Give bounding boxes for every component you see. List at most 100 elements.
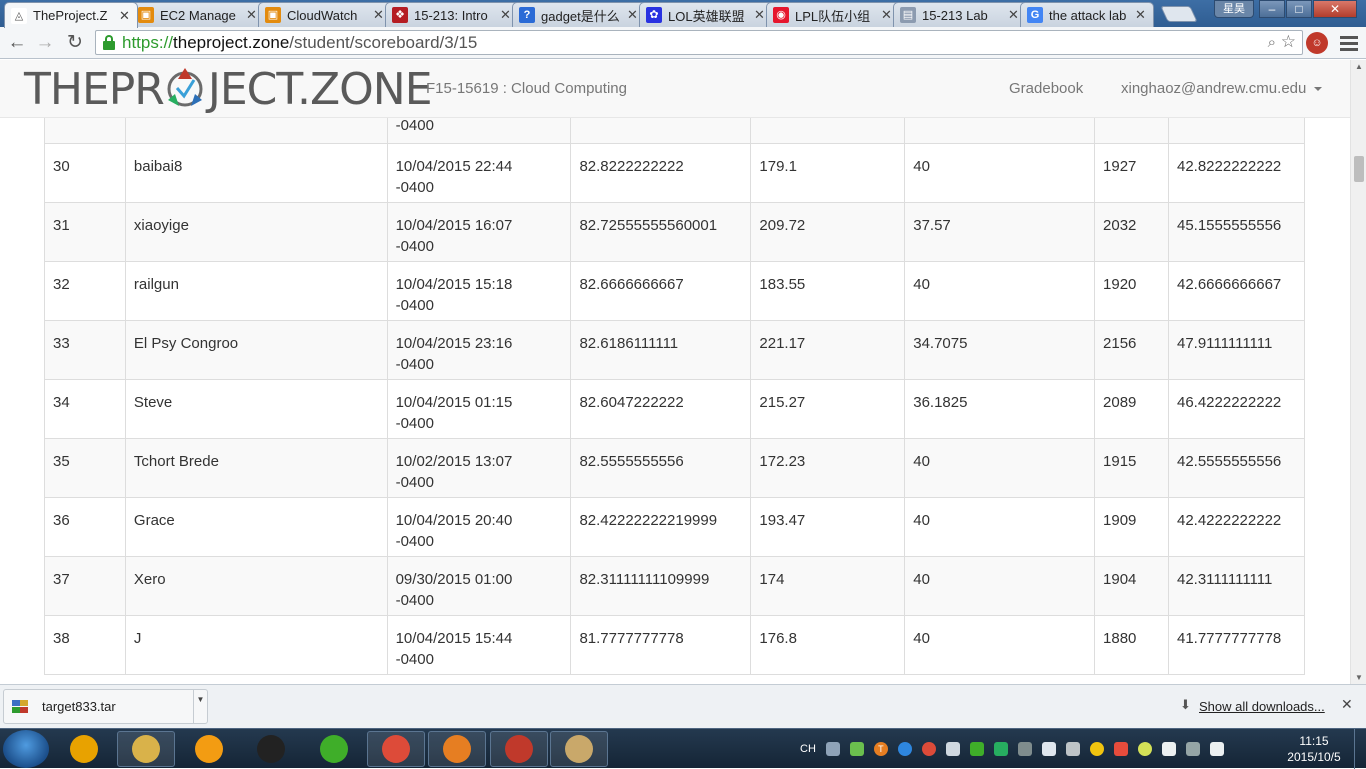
battery-status-icon[interactable] — [1185, 742, 1200, 756]
close-downloads-bar-icon[interactable]: ✕ — [1341, 696, 1353, 713]
network-adapter-icon[interactable] — [1017, 742, 1032, 756]
show-all-downloads-link[interactable]: Show all downloads... — [1199, 699, 1325, 714]
submission-time-cell: 10/04/2015 23:16 -0400 — [386, 320, 572, 380]
new-tab-button[interactable] — [1160, 6, 1198, 22]
chrome-tray-icon[interactable] — [921, 742, 936, 756]
metric-cell: 46.4222222222 — [1167, 379, 1306, 439]
submission-time-cell: 10/04/2015 15:44 -0400 — [386, 615, 572, 675]
tab-close-icon[interactable]: ✕ — [246, 7, 258, 23]
tab-close-icon[interactable]: ✕ — [1135, 7, 1147, 23]
course-title: F15-15619 : Cloud Computing — [426, 80, 627, 97]
time-zone: -0400 — [395, 356, 434, 373]
window-close-button[interactable]: ✕ — [1313, 0, 1357, 18]
maximize-button[interactable]: □ — [1286, 0, 1312, 18]
browser-tab[interactable]: ◉ LPL队伍小组 ✕ — [766, 2, 900, 27]
browser-tab[interactable]: ▣ CloudWatch ✕ — [258, 2, 392, 27]
time-zone: -0400 — [395, 474, 434, 491]
metric-cell: 172.23 — [750, 438, 906, 498]
tab-close-icon[interactable]: ✕ — [119, 8, 131, 24]
browser-tab[interactable]: ❖ 15-213: Intro ✕ — [385, 2, 519, 27]
time-zone: -0400 — [395, 415, 434, 432]
notification-bell-icon[interactable] — [945, 742, 960, 756]
download-menu-chevron-icon[interactable]: ▼ — [193, 690, 207, 723]
scroll-up-arrow-icon[interactable]: ▲ — [1355, 62, 1363, 71]
time-zone: -0400 — [395, 651, 434, 668]
taskbar-app-button[interactable] — [180, 731, 238, 767]
taskbar-app-button[interactable] — [367, 731, 425, 767]
taskbar-app-button[interactable] — [117, 731, 175, 767]
gradebook-link[interactable]: Gradebook — [1009, 80, 1083, 97]
taskbar-app-button[interactable] — [55, 731, 113, 767]
submission-date: 10/04/2015 15:44 — [395, 630, 513, 647]
system-tray: CH T — [800, 729, 1234, 769]
metric-cell: 42.5555555556 — [1167, 438, 1306, 498]
table-row: 32 railgun 10/04/2015 15:18 -0400 82.6666666… — [44, 261, 1306, 321]
tab-close-icon[interactable]: ✕ — [881, 7, 893, 23]
windows-start-button[interactable] — [3, 730, 49, 768]
taskbar-app-button[interactable] — [242, 731, 300, 767]
vertical-scrollbar[interactable]: ▲ ▼ — [1350, 60, 1366, 684]
reload-icon[interactable]: ↻ — [62, 31, 88, 55]
zoom-icon[interactable]: ⌕ — [1268, 34, 1276, 51]
metric-cell: 42.8222222222 — [1167, 143, 1306, 203]
tab-close-icon[interactable]: ✕ — [500, 7, 512, 23]
team-name-cell: Tchort Brede — [124, 438, 388, 498]
taskbar-app-button[interactable] — [428, 731, 486, 767]
tab-label: 15-213: Intro — [414, 7, 488, 23]
usb-device-icon[interactable] — [1041, 742, 1056, 756]
wifi-signal-icon[interactable] — [1161, 742, 1176, 756]
browser-tab[interactable]: Gthe attack lab ✕ — [1020, 2, 1154, 27]
browser-tab[interactable]: ? gadget是什么 ✕ — [512, 2, 646, 27]
battery-icon[interactable] — [849, 742, 864, 756]
team-name-cell: railgun — [124, 261, 388, 321]
chrome-icon — [382, 735, 410, 763]
rank-cell: 31 — [44, 202, 126, 262]
star-tray-icon[interactable] — [1089, 742, 1104, 756]
scrollbar-thumb[interactable] — [1354, 156, 1364, 182]
taskbar-app-button[interactable] — [305, 731, 363, 767]
profile-badge[interactable]: 星昊 — [1214, 0, 1254, 18]
table-row: 34 Steve 10/04/2015 01:15 -0400 82.604722222… — [44, 379, 1306, 439]
plus-tray-icon[interactable] — [1137, 742, 1152, 756]
site-logo[interactable]: THEPR JECT.ZONE — [24, 64, 433, 115]
show-desktop-button[interactable] — [1354, 729, 1366, 769]
media-player-icon[interactable] — [897, 742, 912, 756]
page-viewport: -0400 30 baibai8 10/04/2015 22:44 -0400 82.8… — [0, 60, 1350, 684]
hamburger-menu-icon[interactable] — [1340, 33, 1358, 51]
bookmark-star-icon[interactable]: ☆ — [1281, 32, 1296, 52]
input-language-indicator[interactable]: CH — [800, 743, 816, 755]
metric-cell: 42.6666666667 — [1167, 261, 1306, 321]
taskbar-app-button[interactable] — [490, 731, 548, 767]
browser-tab[interactable]: ▣ EC2 Manage ✕ — [131, 2, 265, 27]
tray-app-t-icon[interactable]: T — [873, 742, 888, 756]
address-bar[interactable]: https://theproject.zone/student/scoreboa… — [95, 30, 1303, 55]
tab-close-icon[interactable]: ✕ — [373, 7, 385, 23]
browser-tab[interactable]: ✿ LOL英雄联盟 ✕ — [639, 2, 773, 27]
tab-close-icon[interactable]: ✕ — [1008, 7, 1020, 23]
tab-close-icon[interactable]: ✕ — [754, 7, 766, 23]
taskbar-app-button[interactable] — [550, 731, 608, 767]
minimize-button[interactable]: – — [1259, 0, 1285, 18]
tray-grid-icon[interactable] — [969, 742, 984, 756]
extension-avatar-icon[interactable]: ☺ — [1306, 32, 1328, 54]
back-arrow-icon[interactable]: ← — [4, 31, 30, 55]
time-zone: -0400 — [395, 297, 434, 314]
user-menu-dropdown[interactable]: xinghaoz@andrew.cmu.edu — [1121, 80, 1323, 97]
speaker-icon[interactable] — [1065, 742, 1080, 756]
tab-close-icon[interactable]: ✕ — [627, 7, 639, 23]
system-clock[interactable]: 11:15 2015/10/5 — [1282, 733, 1346, 765]
archive-file-icon — [12, 699, 30, 714]
browser-tab-strip: ◬ TheProject.Z ✕ ▣ EC2 Manage ✕ ▣ CloudWatch ✕ ❖ 1… — [0, 0, 1366, 28]
download-item[interactable]: target833.tar ▼ — [3, 689, 208, 724]
rank-cell: 30 — [44, 143, 126, 203]
browser-tab[interactable]: ▤ 15-213 Lab ✕ — [893, 2, 1027, 27]
metric-cell: 2156 — [1094, 320, 1169, 380]
weibo-favicon: ◉ — [773, 7, 789, 23]
security-shield-icon[interactable] — [993, 742, 1008, 756]
scroll-down-arrow-icon[interactable]: ▼ — [1355, 673, 1363, 682]
volume-muted-icon[interactable] — [1113, 742, 1128, 756]
keyboard-icon[interactable] — [825, 742, 840, 756]
forward-arrow-icon[interactable]: → — [32, 31, 58, 55]
action-center-flag-icon[interactable] — [1209, 742, 1224, 756]
browser-tab[interactable]: ◬ TheProject.Z ✕ — [4, 2, 138, 28]
